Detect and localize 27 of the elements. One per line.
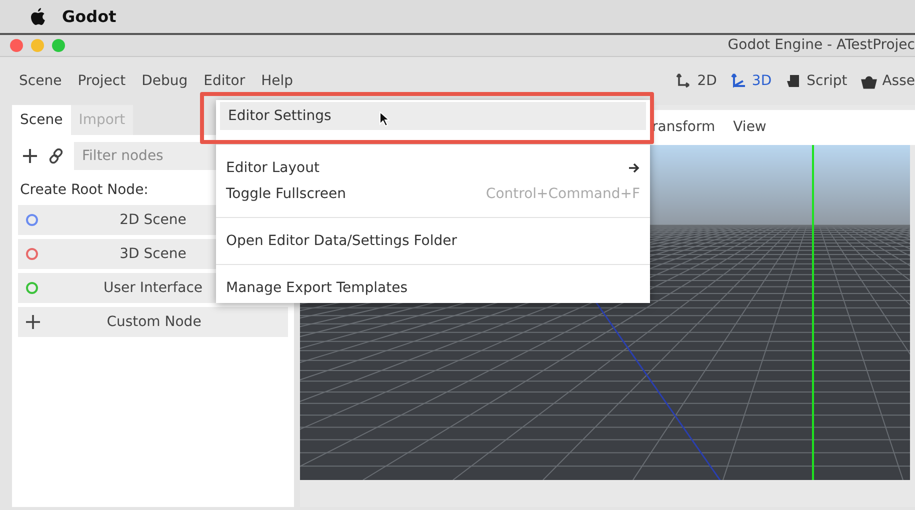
viewport-menu[interactable]: View <box>733 117 766 138</box>
menu-item[interactable]: Debug <box>134 70 195 92</box>
shortcut-label: Control+Command+F <box>486 184 640 204</box>
menu-item[interactable]: Project <box>70 70 133 92</box>
menu-item[interactable]: Toggle Fullscreen Control+Command+F <box>218 181 648 207</box>
workspace-tab[interactable]: Asse <box>861 70 915 92</box>
app-name[interactable]: Godot <box>62 4 116 28</box>
workspace-tab[interactable]: Script <box>786 70 848 92</box>
menu-item[interactable]: Editor Settings <box>220 102 646 130</box>
viewport-menu[interactable]: ransform <box>652 117 716 138</box>
root-node-button[interactable]: Custom Node <box>18 307 288 337</box>
menu-item[interactable]: Help <box>254 70 300 92</box>
menu-item[interactable]: Scene <box>12 70 69 92</box>
apple-icon[interactable] <box>30 8 46 26</box>
axes-icon <box>730 73 747 89</box>
submenu-arrow-icon <box>628 162 640 174</box>
link-icon[interactable] <box>48 148 64 164</box>
workspace-tab[interactable]: 3D <box>730 70 772 92</box>
cursor-icon <box>379 111 390 127</box>
add-icon <box>26 315 40 329</box>
section-heading: Create Root Node: <box>19 181 148 200</box>
menu-item[interactable]: Editor <box>196 70 252 92</box>
add-icon[interactable] <box>22 148 38 164</box>
workspace-tab[interactable]: 2D <box>676 70 717 92</box>
window-title: Godot Engine - ATestProjec <box>728 36 915 55</box>
axes-icon <box>676 73 692 89</box>
tab[interactable]: Scene <box>12 105 71 135</box>
